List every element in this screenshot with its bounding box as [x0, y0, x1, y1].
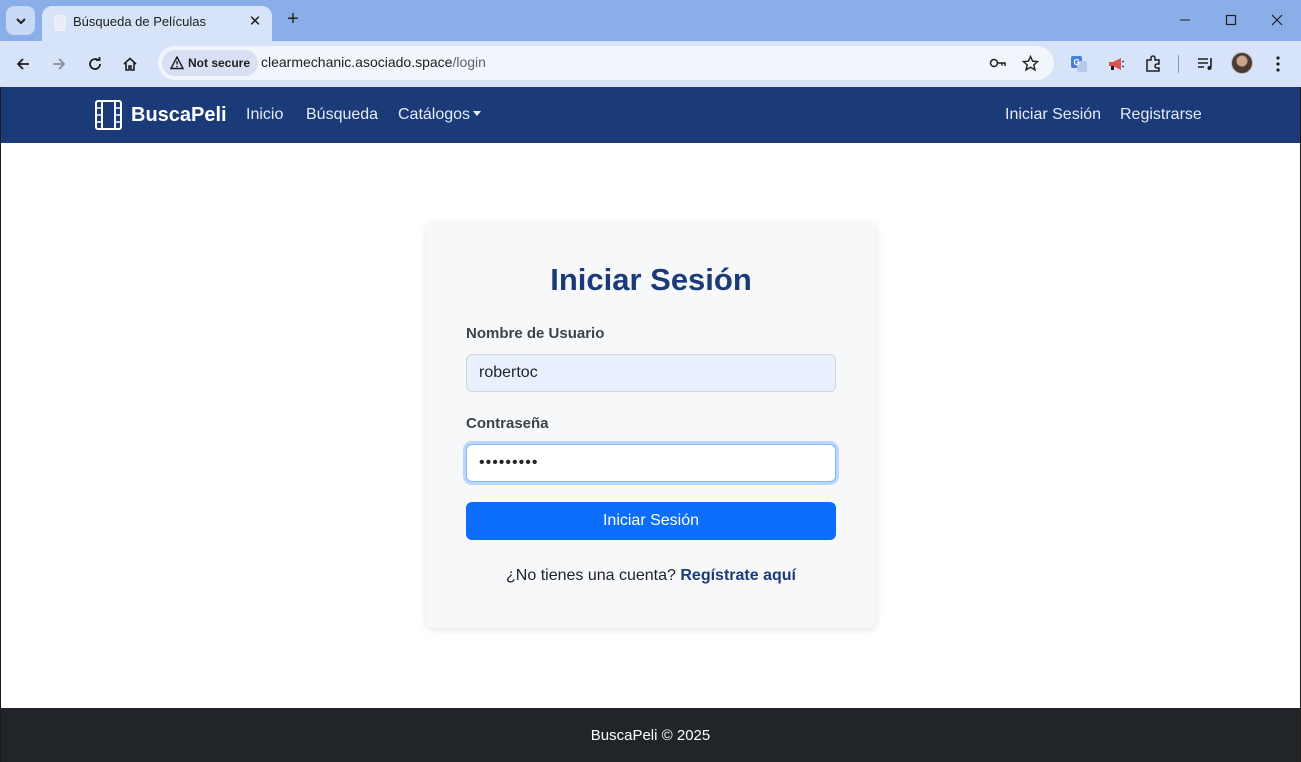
nav-link-busqueda[interactable]: Búsqueda — [306, 106, 378, 124]
media-icon[interactable] — [1193, 51, 1219, 77]
extensions-icon[interactable] — [1140, 51, 1166, 77]
browser-tab[interactable]: Búsqueda de Películas ✕ — [42, 6, 272, 41]
url-host: clearmechanic.asociado.space — [261, 54, 453, 70]
back-icon[interactable] — [10, 51, 36, 77]
home-icon[interactable] — [117, 51, 143, 77]
username-label: Nombre de Usuario — [466, 325, 605, 342]
signup-prompt-line: ¿No tienes una cuenta? Regístrate aquí — [426, 567, 876, 585]
browser-tab-strip: Búsqueda de Películas ✕ + — [0, 0, 1301, 41]
star-icon[interactable] — [1020, 53, 1040, 73]
password-label: Contraseña — [466, 415, 549, 432]
login-button[interactable]: Iniciar Sesión — [466, 502, 836, 540]
site-footer: BuscaPeli © 2025 — [1, 708, 1300, 762]
not-secure-label: Not secure — [188, 56, 251, 70]
site-info-chip[interactable]: Not secure — [162, 50, 259, 76]
brand-link[interactable]: BuscaPeli — [95, 100, 227, 130]
maximize-icon[interactable] — [1216, 6, 1246, 34]
nav-link-inicio[interactable]: Inicio — [246, 106, 283, 124]
translate-icon[interactable]: G — [1066, 51, 1092, 77]
window-close-icon[interactable] — [1262, 6, 1292, 34]
nav-dropdown-catalogos[interactable]: Catálogos — [398, 106, 482, 124]
page-favicon-icon — [54, 15, 66, 31]
username-field[interactable] — [466, 354, 836, 392]
minimize-icon[interactable] — [1170, 6, 1200, 34]
address-bar[interactable]: Not secure clearmechanic.asociado.space/… — [158, 46, 1054, 80]
caret-down-icon — [473, 111, 482, 117]
menu-icon[interactable] — [1265, 51, 1291, 77]
film-icon — [95, 100, 122, 130]
key-icon[interactable] — [988, 53, 1008, 73]
nav-link-login[interactable]: Iniciar Sesión — [1005, 106, 1101, 124]
password-field[interactable] — [466, 444, 836, 482]
signup-link[interactable]: Regístrate aquí — [680, 567, 796, 584]
reload-icon[interactable] — [82, 51, 108, 77]
forward-icon[interactable] — [46, 51, 72, 77]
toolbar-divider — [1178, 55, 1179, 73]
site-navbar: BuscaPeli Inicio Búsqueda Catálogos Inic… — [1, 87, 1300, 143]
close-icon[interactable]: ✕ — [246, 12, 264, 30]
megaphone-icon[interactable] — [1103, 51, 1129, 77]
new-tab-icon[interactable]: + — [282, 8, 304, 30]
url-text[interactable]: clearmechanic.asociado.space/login — [261, 54, 486, 70]
tab-title: Búsqueda de Películas — [73, 14, 206, 29]
footer-text: BuscaPeli © 2025 — [590, 727, 711, 744]
nav-dropdown-label: Catálogos — [398, 106, 471, 123]
nav-link-register[interactable]: Registrarse — [1120, 106, 1202, 124]
page-title: Iniciar Sesión — [550, 262, 752, 297]
signup-prompt: ¿No tienes una cuenta? — [506, 567, 676, 584]
url-path: /login — [452, 54, 486, 70]
svg-text:G: G — [1074, 58, 1080, 67]
tab-search-icon[interactable] — [6, 6, 35, 35]
profile-avatar[interactable] — [1231, 52, 1253, 74]
brand-name: BuscaPeli — [131, 103, 227, 126]
warning-icon — [170, 56, 184, 70]
browser-toolbar: Not secure clearmechanic.asociado.space/… — [0, 41, 1301, 87]
login-card: Iniciar Sesión Nombre de Usuario Contras… — [426, 222, 876, 628]
